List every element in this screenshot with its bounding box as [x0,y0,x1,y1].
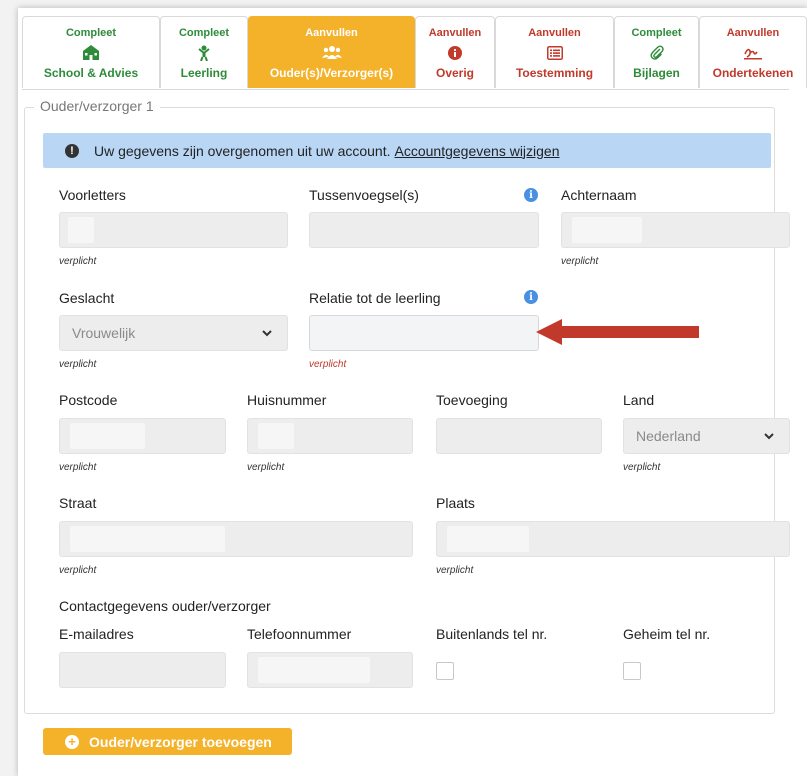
chevron-down-icon [764,433,774,440]
tab-toestemming[interactable]: Aanvullen Toestemming [495,16,614,88]
plaats-input[interactable] [436,521,790,557]
geslacht-value: Vrouwelijk [72,325,136,341]
voorletters-input[interactable] [59,212,288,248]
tab-divider [22,89,789,90]
exclamation-icon: ! [65,143,79,158]
voorletters-required: verplicht [59,256,97,267]
plaats-label: Plaats [436,495,475,511]
email-label: E-mailadres [59,626,134,642]
huisnummer-label: Huisnummer [247,392,327,408]
add-guardian-label: Ouder/verzorger toevoegen [89,733,272,750]
contact-heading: Contactgegevens ouder/verzorger [59,598,271,614]
land-required: verplicht [623,462,661,473]
list-icon [496,43,613,63]
voorletters-label: Voorletters [59,187,126,203]
info-icon [416,43,494,63]
school-icon [23,43,159,63]
student-icon [161,43,247,63]
postcode-label: Postcode [59,392,118,408]
achternaam-input[interactable] [561,212,790,248]
tussenvoegsel-input[interactable] [309,212,539,248]
straat-label: Straat [59,495,97,511]
achternaam-required: verplicht [561,256,599,267]
users-icon [249,43,414,63]
tab-label: School & Advies [43,66,139,80]
tab-status: Aanvullen [528,27,581,39]
geslacht-label: Geslacht [59,290,115,306]
info-icon[interactable]: i [524,290,538,304]
paperclip-icon [615,43,698,63]
phone-label: Telefoonnummer [247,626,352,642]
postcode-input[interactable] [59,418,226,454]
tab-status: Aanvullen [726,27,780,39]
relatie-required: verplicht [309,359,347,370]
info-icon[interactable]: i [524,188,538,202]
signature-icon [700,43,806,63]
land-value: Nederland [636,428,701,444]
plus-icon: + [65,734,79,749]
tab-school-advies[interactable]: Compleet School & Advies [22,16,160,88]
achternaam-label: Achternaam [561,187,637,203]
geslacht-required: verplicht [59,359,97,370]
info-banner: ! Uw gegevens zijn overgenomen uit uw ac… [43,133,771,168]
tab-label: Ondertekenen [712,66,794,80]
tab-label: Toestemming [515,66,594,80]
tab-bijlagen[interactable]: Compleet Bijlagen [614,16,699,88]
tab-leerling[interactable]: Compleet Leerling [160,16,248,88]
info-banner-text: Uw gegevens zijn overgenomen uit uw acco… [94,142,391,159]
chevron-down-icon [262,330,272,337]
land-label: Land [623,392,655,408]
tab-status: Aanvullen [428,27,482,39]
tab-overig[interactable]: Aanvullen Overig [415,16,495,88]
tab-status: Compleet [178,27,230,39]
phone-input[interactable] [247,652,413,688]
plaats-required: verplicht [436,565,474,576]
relatie-label: Relatie tot de leerling [309,290,441,306]
geslacht-select[interactable]: Vrouwelijk [59,315,288,351]
tab-status: Compleet [65,27,117,39]
tab-ouders-verzorgers[interactable]: Aanvullen Ouder(s)/Verzorger(s) [248,16,415,88]
tab-label: Overig [435,66,474,80]
tussenvoegsel-label: Tussenvoegsel(s) [309,187,419,203]
relatie-input[interactable] [309,315,539,351]
fieldset-legend: Ouder/verzorger 1 [34,98,160,114]
red-arrow-pointer [536,319,699,345]
tab-status: Compleet [631,27,682,39]
huisnummer-required: verplicht [247,462,285,473]
postcode-required: verplicht [59,462,97,473]
straat-required: verplicht [59,565,97,576]
add-guardian-button[interactable]: + Ouder/verzorger toevoegen [43,728,292,755]
land-select[interactable]: Nederland [623,418,790,454]
foreign-phone-checkbox[interactable] [436,662,454,680]
straat-input[interactable] [59,521,413,557]
tab-label: Bijlagen [633,66,680,80]
tab-ondertekenen[interactable]: Aanvullen Ondertekenen [699,16,807,88]
toevoeging-input[interactable] [436,418,602,454]
tab-label: Ouder(s)/Verzorger(s) [269,66,394,80]
tab-status: Aanvullen [305,27,358,39]
foreign-phone-label: Buitenlands tel nr. [436,626,548,642]
tab-label: Leerling [180,66,228,80]
email-input[interactable] [59,652,226,688]
secret-phone-label: Geheim tel nr. [623,626,711,642]
secret-phone-checkbox[interactable] [623,662,641,680]
toevoeging-label: Toevoeging [436,392,508,408]
account-edit-link[interactable]: Accountgegevens wijzigen [395,143,560,159]
huisnummer-input[interactable] [247,418,413,454]
